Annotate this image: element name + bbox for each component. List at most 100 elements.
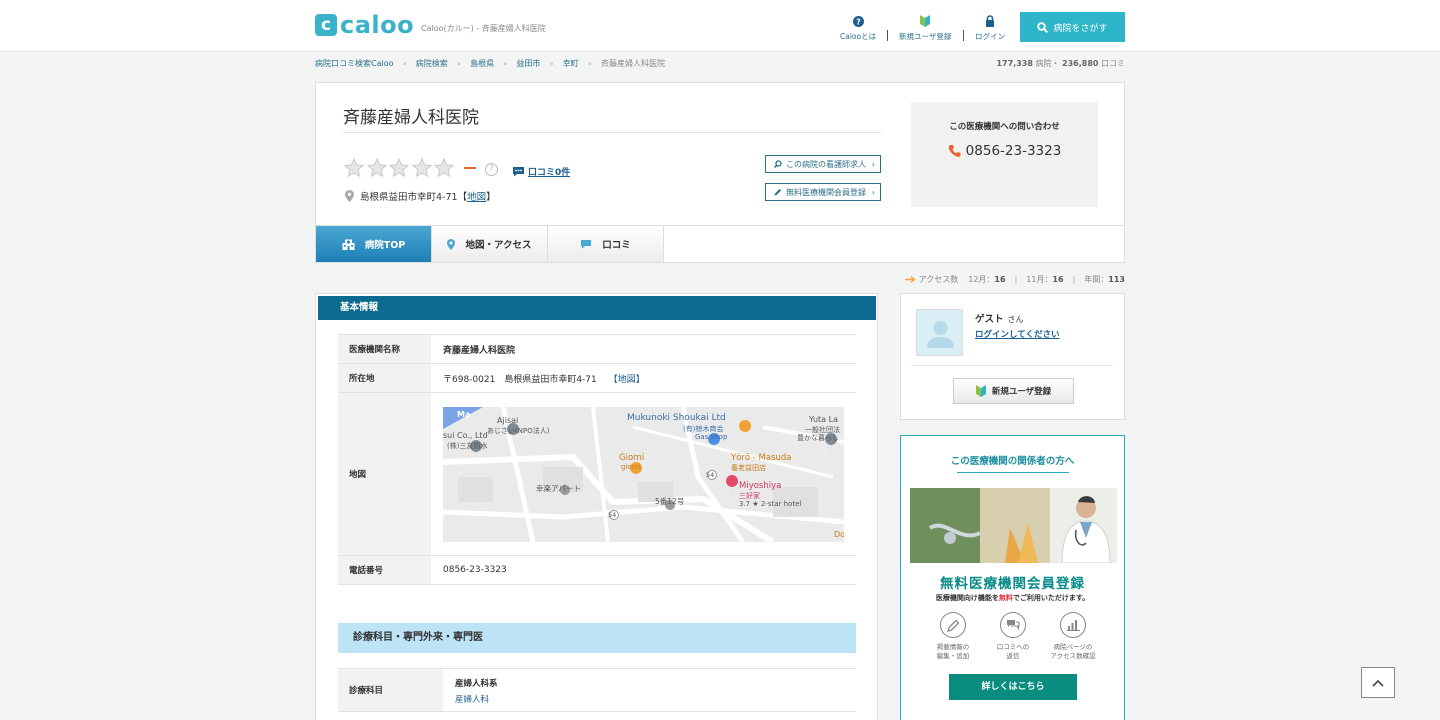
departments-heading: 診療科目・専門外来・専門医 xyxy=(338,623,856,653)
access-dec: 16 xyxy=(994,275,1006,284)
bar-chart-icon xyxy=(1060,612,1086,638)
map-label: Giorni xyxy=(619,452,645,463)
hospital-icon xyxy=(342,239,355,250)
breadcrumb-prefecture[interactable]: 島根県 xyxy=(470,58,494,69)
basic-info-heading: 基本情報 xyxy=(318,296,876,320)
tab-map-access-label: 地図・アクセス xyxy=(465,240,532,251)
caloo-logo[interactable]: c caloo xyxy=(315,13,414,37)
svg-text:?: ? xyxy=(856,17,861,26)
row-label: 所在地 xyxy=(338,364,431,392)
chevron-up-icon xyxy=(1372,679,1384,687)
access-year: 113 xyxy=(1108,275,1125,284)
member-register-button[interactable]: 無料医療機関会員登録 › xyxy=(765,183,881,201)
breadcrumb: 病院口コミ検索Caloo » 病院検索 » 島根県 » 益田市 » 幸町 » 斉藤産婦人科… xyxy=(315,58,665,69)
department-item[interactable]: 産婦人科 xyxy=(455,693,498,705)
row-value: 〒698-0021 島根県益田市幸町4-71 【地図】 xyxy=(431,364,856,392)
hospital-tabs: 病院TOP 地図・アクセス 口コミ xyxy=(315,226,1125,263)
rating-help-icon[interactable]: ? xyxy=(485,163,498,176)
star-empty-icon xyxy=(366,157,387,178)
address-map-open: 【 xyxy=(457,192,468,203)
nurse-jobs-label: この病院の看護師求人 xyxy=(786,159,866,169)
row-label: 医療機関名称 xyxy=(338,335,431,363)
find-hospital-label: 病院をさがす xyxy=(1053,23,1108,34)
find-hospital-button[interactable]: 病院をさがす xyxy=(1020,12,1125,42)
star-empty-icon xyxy=(433,157,455,178)
row-value: 斉藤産婦人科医院 xyxy=(443,345,516,356)
address-map-link[interactable]: 【地図】 xyxy=(609,372,645,385)
promo-title-underline xyxy=(957,472,1069,473)
row-label: 診療科目 xyxy=(338,669,443,711)
department-group: 産婦人科系 xyxy=(455,679,498,689)
hospital-name: 斉藤産婦人科医院 xyxy=(343,108,479,128)
user-box: ゲスト さん ログインしてください 新規ユーザ登録 xyxy=(900,293,1125,420)
avatar xyxy=(916,309,963,356)
row-label: 地図 xyxy=(338,393,431,555)
basic-info-panel: 基本情報 医療機関名称 斉藤産婦人科医院 所在地 〒698-0021 島根県益田… xyxy=(315,293,878,720)
beginner-mark-icon xyxy=(920,14,931,28)
hospital-address: 島根県益田市幸町4-71 【地図】 xyxy=(345,189,496,203)
new-user-register-button[interactable]: 新規ユーザ登録 xyxy=(953,378,1074,404)
divider xyxy=(911,365,1113,366)
member-register-label: 無料医療機関会員登録 xyxy=(786,187,866,197)
doctor-photo-illustration xyxy=(910,488,1117,563)
breadcrumb-separator: » xyxy=(456,59,462,68)
map-label: giorni xyxy=(621,462,641,471)
breadcrumb-current: 斉藤産婦人科医院 xyxy=(600,59,665,68)
breadcrumb-city[interactable]: 益田市 xyxy=(516,58,540,69)
tab-map-access[interactable]: 地図・アクセス xyxy=(432,226,548,262)
table-row: 所在地 〒698-0021 島根県益田市幸町4-71 【地図】 xyxy=(338,364,856,393)
breadcrumb-separator: » xyxy=(549,59,554,68)
phone-icon xyxy=(948,145,961,157)
beginner-mark-icon xyxy=(975,385,986,397)
tab-reviews[interactable]: 口コミ xyxy=(548,226,664,262)
map-label: Ma xyxy=(457,409,471,419)
contact-phone[interactable]: 0856-23-3323 xyxy=(911,143,1098,159)
contact-phone-number: 0856-23-3323 xyxy=(965,143,1062,159)
nurse-jobs-button[interactable]: この病院の看護師求人 › xyxy=(765,155,881,173)
scroll-to-top-button[interactable] xyxy=(1361,667,1395,698)
basic-info-table: 医療機関名称 斉藤産婦人科医院 所在地 〒698-0021 島根県益田市幸町4-… xyxy=(338,334,856,585)
map-pin-icon xyxy=(447,238,456,250)
promo-title: この医療機関の関係者の方へ xyxy=(950,456,1075,467)
feature-reply-label: 口コミへの 返信 xyxy=(996,643,1030,660)
nav-login[interactable]: ログイン xyxy=(975,14,1005,42)
rating-value xyxy=(464,167,476,169)
address-map-link[interactable]: 地図 xyxy=(467,189,486,203)
map-pin-icon xyxy=(345,190,354,202)
review-count-link[interactable]: 口コミ0件 xyxy=(512,165,570,178)
feature-access-label: 病院ページの アクセス数確認 xyxy=(1050,643,1096,660)
breadcrumb-search[interactable]: 病院検索 xyxy=(416,58,448,69)
promo-sub-free: 無料 xyxy=(998,594,1013,602)
promo-details-button[interactable]: 詳しくはこちら xyxy=(949,674,1077,700)
nav-about-label: Calooとは xyxy=(840,32,877,41)
star-empty-icon xyxy=(343,157,365,178)
tagline: Caloo(カルー) - 斉藤産婦人科医院 xyxy=(421,24,546,33)
breadcrumb-separator: » xyxy=(402,59,407,68)
map-label: Yuta La xyxy=(809,414,838,424)
breadcrumb-home[interactable]: 病院口コミ検索Caloo xyxy=(315,58,394,69)
pencil-icon xyxy=(774,189,781,196)
user-suffix: さん xyxy=(1007,315,1024,324)
breadcrumb-town[interactable]: 幸町 xyxy=(563,58,579,69)
promo-sub-pre: 医療機関向け機能を xyxy=(935,594,999,602)
access-nov-label: 11月： xyxy=(1026,275,1053,284)
access-counts: アクセス数 12月： 16 | 11月： 16 | 年間： 113 xyxy=(904,274,1125,285)
map-label: Gas shop xyxy=(695,432,728,441)
promo-subtext: 医療機関向け機能を無料でご利用いただけます。 xyxy=(901,593,1124,603)
nav-register[interactable]: 新規ユーザ登録 xyxy=(899,14,951,42)
nav-login-label: ログイン xyxy=(975,32,1005,41)
promo-sub-post: でご利用いただけます。 xyxy=(1012,594,1090,602)
address-text: 島根県益田市幸町4-71 xyxy=(360,192,458,203)
question-icon: ? xyxy=(852,14,864,28)
nav-about[interactable]: ? Calooとは xyxy=(840,14,876,42)
login-link[interactable]: ログインしてください xyxy=(975,328,1060,340)
chevron-right-icon: › xyxy=(871,159,875,169)
map-label: 54 xyxy=(608,510,617,519)
tab-hospital-top[interactable]: 病院TOP xyxy=(316,226,432,262)
logo-mark: c xyxy=(315,14,337,36)
access-dec-label: 12月： xyxy=(968,275,995,284)
tab-reviews-label: 口コミ xyxy=(602,240,631,251)
map-label: Mukunoki Shoukai Ltd xyxy=(627,412,726,423)
embedded-map[interactable]: Ma Mukunoki Shoukai Ltd (有)椋木商会 Gas shop… xyxy=(443,406,844,542)
user-name-text: ゲスト xyxy=(975,314,1004,325)
